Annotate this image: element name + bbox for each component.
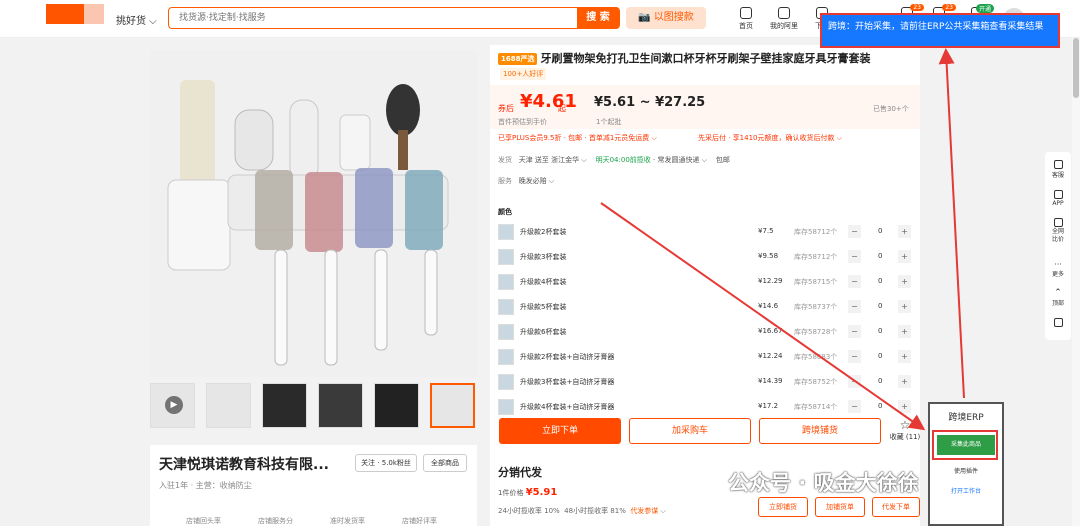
arrow-to-collect — [600, 202, 926, 431]
arrow-to-tip — [938, 48, 965, 399]
annotation-arrows — [600, 48, 965, 431]
watermark: 公众号 · 吸金大徐徐 — [728, 471, 919, 495]
